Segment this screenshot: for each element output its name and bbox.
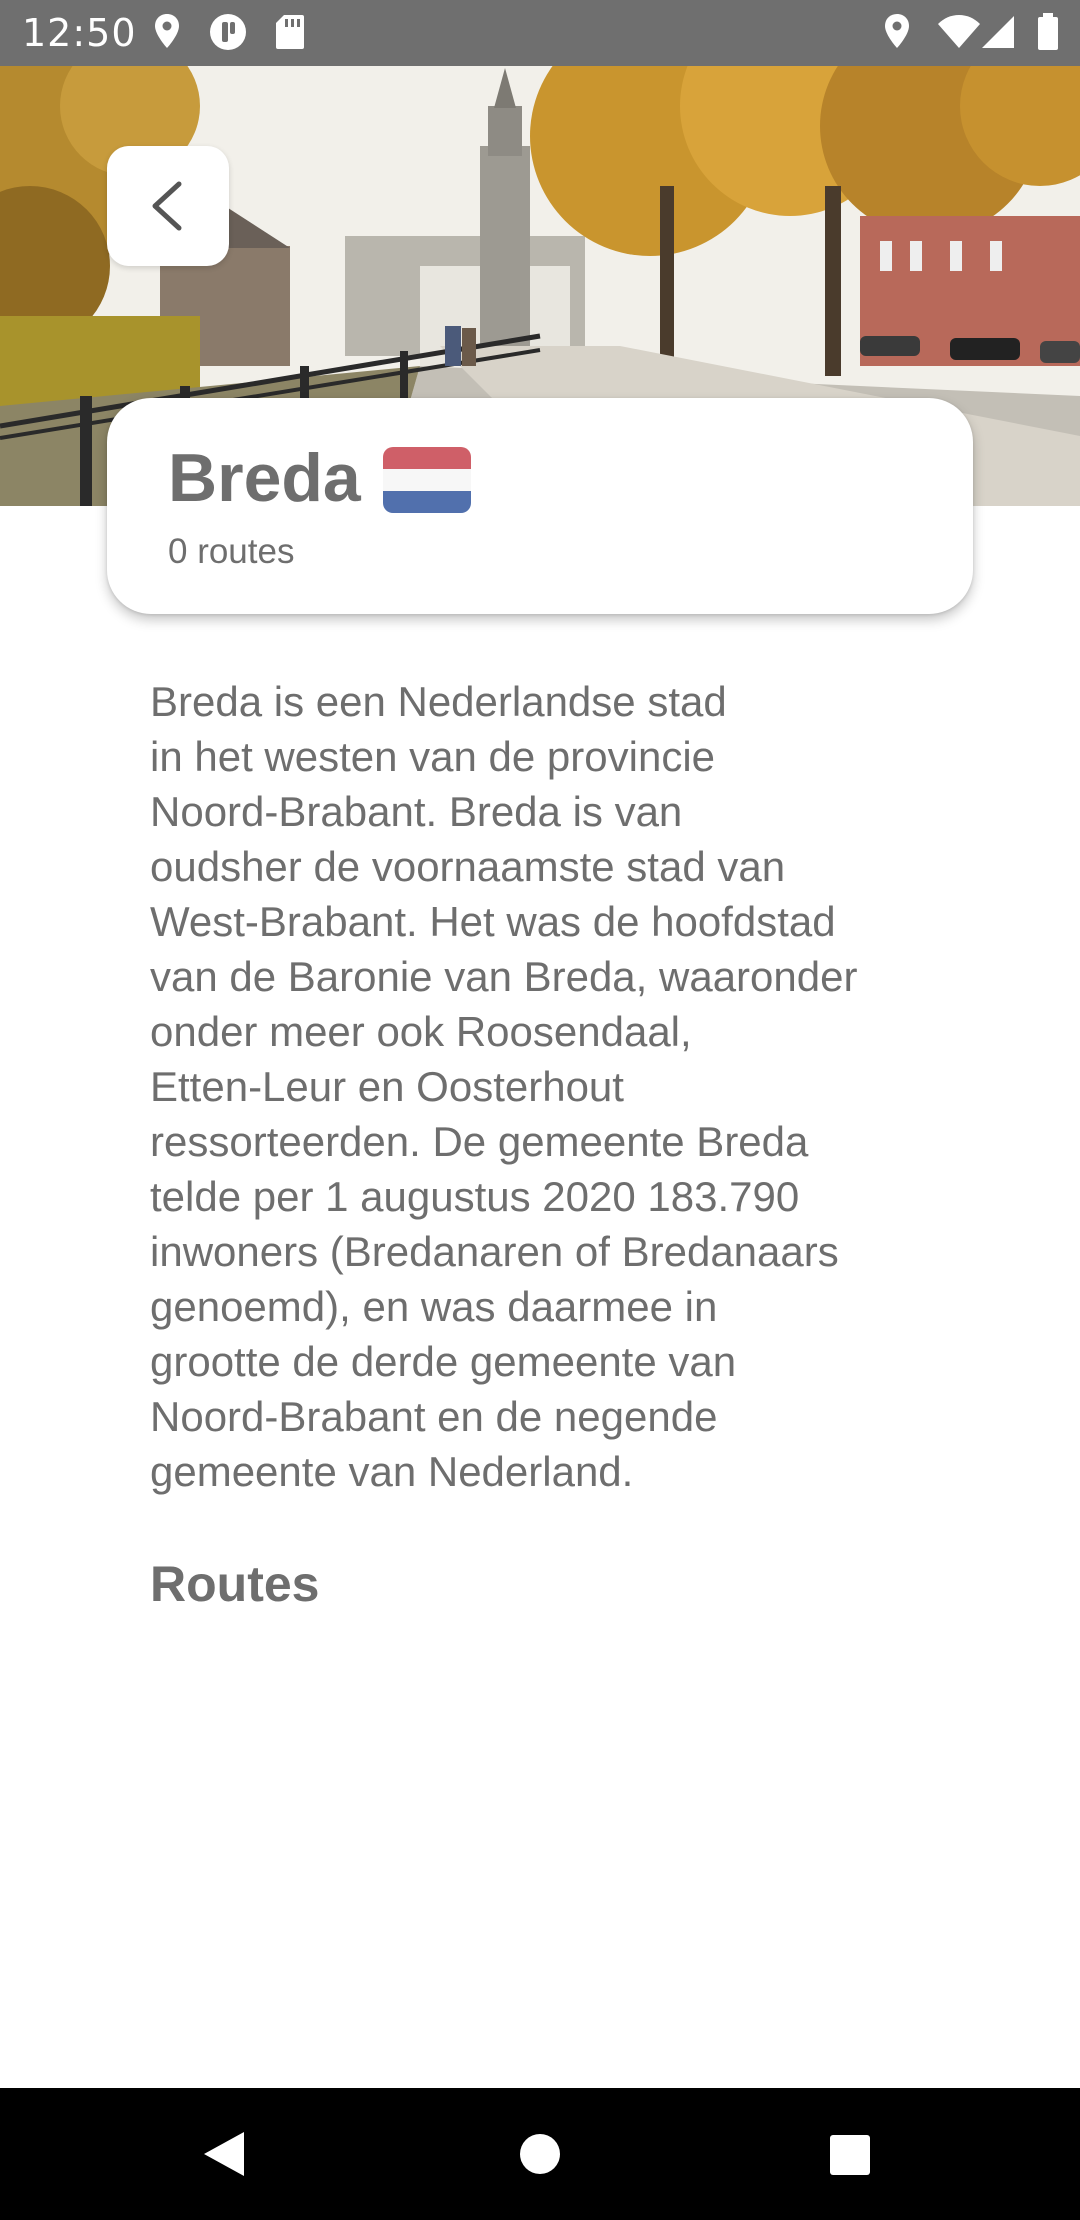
city-detail-screen: 12:50 Breda 0 routes Breda is een Nederl…	[0, 0, 1080, 2220]
home-circle-icon	[520, 2134, 560, 2174]
battery-icon	[1036, 12, 1060, 52]
recents-square-icon	[830, 2135, 870, 2175]
city-name: Breda	[168, 440, 361, 516]
location-pin-icon	[882, 12, 912, 52]
back-button[interactable]	[107, 146, 229, 266]
wifi-icon	[936, 12, 982, 52]
city-header-card: Breda 0 routes	[107, 398, 973, 614]
netherlands-flag-icon	[382, 447, 471, 513]
status-time: 12:50	[22, 11, 137, 55]
app-notification-icon	[208, 12, 248, 52]
chevron-left-icon	[152, 181, 182, 231]
city-description: Breda is een Nederlandse stad in het wes…	[150, 678, 858, 1495]
location-pin-icon	[152, 12, 182, 52]
back-triangle-icon	[204, 2132, 244, 2176]
route-count: 0 routes	[168, 532, 295, 571]
city-title-row: Breda	[168, 438, 471, 518]
nav-recents-button[interactable]	[829, 2134, 871, 2181]
navigation-bar	[0, 2088, 1080, 2220]
sd-card-icon	[274, 12, 306, 52]
status-bar: 12:50	[0, 0, 1080, 66]
routes-heading: Routes	[150, 1556, 320, 1612]
nav-back-button[interactable]	[200, 2130, 248, 2183]
signal-icon	[980, 12, 1016, 52]
nav-home-button[interactable]	[519, 2133, 561, 2180]
